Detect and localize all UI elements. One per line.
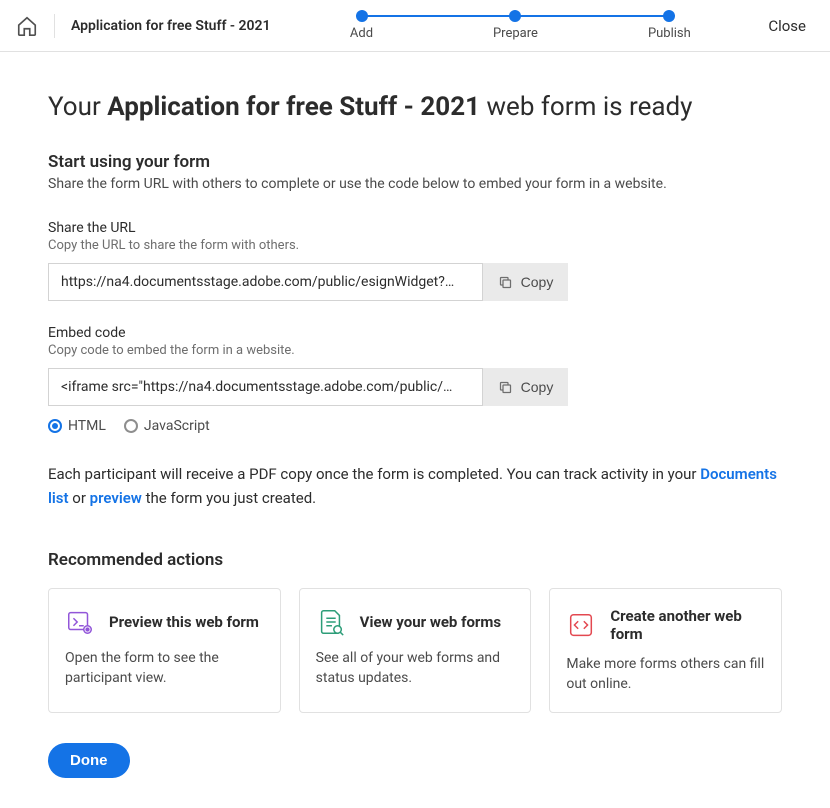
card-desc: Make more forms others can fill out onli… xyxy=(566,655,765,694)
copy-icon xyxy=(498,380,513,395)
card-desc: See all of your web forms and status upd… xyxy=(316,649,515,688)
preview-link[interactable]: preview xyxy=(90,489,142,507)
card-title: Create another web form xyxy=(610,607,765,643)
embed-label: Embed code xyxy=(48,325,782,341)
card-view[interactable]: View your web forms See all of your web … xyxy=(299,588,532,713)
done-button[interactable]: Done xyxy=(48,743,130,778)
card-preview[interactable]: Preview this web form Open the form to s… xyxy=(48,588,281,713)
embed-input[interactable]: <iframe src="https://na4.documentsstage.… xyxy=(48,368,483,406)
close-button[interactable]: Close xyxy=(760,17,814,35)
card-create[interactable]: Create another web form Make more forms … xyxy=(549,588,782,713)
radio-js[interactable]: JavaScript xyxy=(124,418,210,434)
card-title: Preview this web form xyxy=(109,613,259,631)
document-icon xyxy=(316,607,346,637)
topbar-title: Application for free Stuff - 2021 xyxy=(71,18,271,34)
home-icon[interactable] xyxy=(16,15,38,37)
recommended-heading: Recommended actions xyxy=(48,550,782,570)
card-title: View your web forms xyxy=(360,613,501,631)
info-text: Each participant will receive a PDF copy… xyxy=(48,462,782,510)
preview-icon xyxy=(65,607,95,637)
card-desc: Open the form to see the participant vie… xyxy=(65,649,264,688)
share-url-input[interactable]: https://na4.documentsstage.adobe.com/pub… xyxy=(48,263,483,301)
page-title: Your Application for free Stuff - 2021 w… xyxy=(48,92,782,122)
embed-sub: Copy code to embed the form in a website… xyxy=(48,343,782,358)
copy-icon xyxy=(498,275,513,290)
code-icon xyxy=(566,610,596,640)
copy-embed-button[interactable]: Copy xyxy=(483,368,568,406)
divider xyxy=(54,14,55,38)
radio-html[interactable]: HTML xyxy=(48,418,106,434)
start-sub: Share the form URL with others to comple… xyxy=(48,176,782,192)
copy-url-button[interactable]: Copy xyxy=(483,263,568,301)
share-url-label: Share the URL xyxy=(48,220,782,236)
share-url-sub: Copy the URL to share the form with othe… xyxy=(48,238,782,253)
start-heading: Start using your form xyxy=(48,152,782,172)
progress-stepper: Add Prepare Publish xyxy=(285,10,747,41)
